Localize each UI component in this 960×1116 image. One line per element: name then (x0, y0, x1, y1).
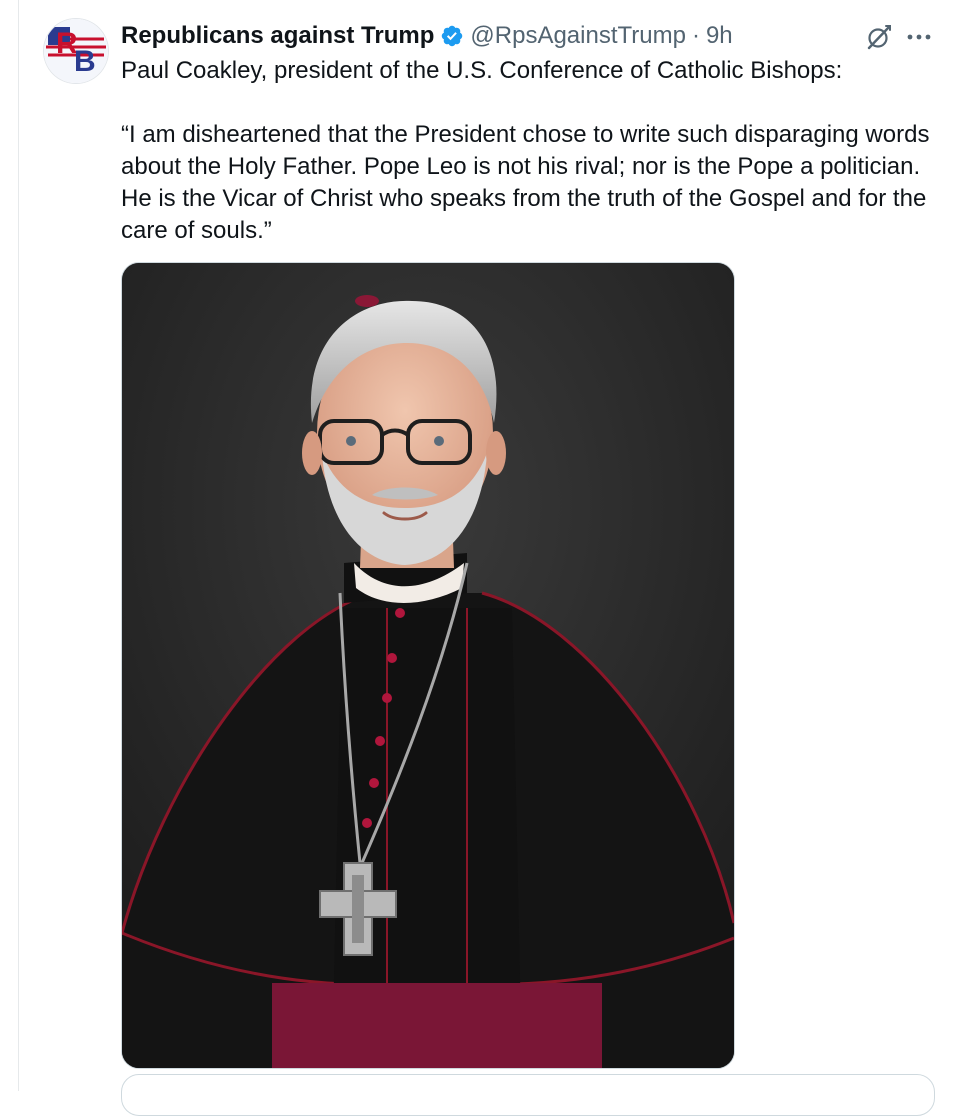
author-avatar[interactable]: R B (44, 19, 108, 83)
avatar-logo-image: R B (44, 19, 108, 83)
post-timestamp[interactable]: 9h (706, 22, 733, 50)
post-text: Paul Coakley, president of the U.S. Conf… (121, 55, 941, 247)
post-text-line-intro: Paul Coakley, president of the U.S. Conf… (121, 57, 843, 84)
post-actions-card (121, 1074, 935, 1116)
post-header: Republicans against Trump @RpsAgainstTru… (121, 20, 840, 52)
svg-text:B: B (74, 45, 96, 78)
header-separator: · (691, 22, 700, 49)
grok-icon[interactable] (862, 20, 896, 54)
author-display-name[interactable]: Republicans against Trump (121, 22, 434, 50)
post-text-quote: “I am disheartened that the President ch… (121, 121, 930, 244)
post-photo[interactable] (121, 262, 735, 1069)
author-handle[interactable]: @RpsAgainstTrump (470, 22, 686, 50)
timeline-divider (18, 0, 19, 1091)
more-options-icon[interactable] (902, 20, 936, 54)
verified-badge-icon[interactable] (440, 24, 464, 48)
portrait-photo-image (122, 263, 734, 1068)
